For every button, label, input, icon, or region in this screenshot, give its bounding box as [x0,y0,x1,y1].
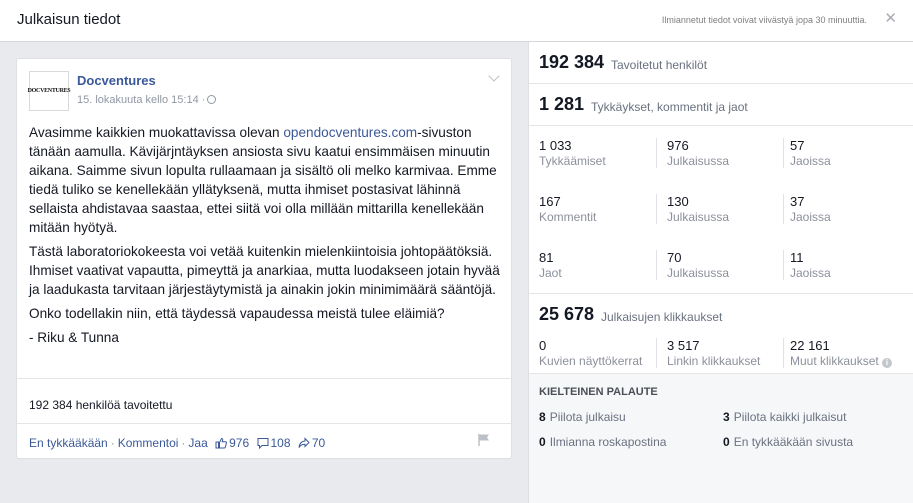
report-spam-stat: 0 Ilmianna roskapostina [539,435,667,449]
post-time-text: 15. lokakuuta kello 15:14 · [77,94,206,106]
shares-on-shares: 11 Jaoissa [790,250,831,280]
post-timestamp[interactable]: 15. lokakuuta kello 15:14 · [77,94,217,106]
comment-link[interactable]: Kommentoi [118,436,179,450]
like-count[interactable]: 976 [229,436,249,450]
post-paragraph-1: Avasimme kaikkien muokattavissa olevan o… [29,125,497,235]
comments-on-post: 130 Julkaisussa [667,194,730,224]
post-link[interactable]: opendocventures.com [283,125,417,140]
post-paragraph-3: Onko todellakin niin, että täydessä vapa… [29,306,445,321]
post-paragraph-2: Tästä laboratoriokokeesta voi vetää kuit… [29,244,500,297]
engagement-label: Tykkäykset, kommentit ja jaot [591,100,748,114]
unlike-link[interactable]: En tykkääkään [29,436,108,450]
post-preview-pane: DOCVENTURES Docventures 15. lokakuuta ke… [0,42,528,503]
likes-on-post: 976 Julkaisussa [667,138,730,168]
flag-icon[interactable] [477,433,491,447]
close-icon[interactable]: ✕ [884,11,897,26]
post-reach-text: 192 384 henkilöä tavoitettu [29,398,173,412]
link-clicks: 3 517 Linkin klikkaukset [667,338,761,368]
insights-pane: 192 384 Tavoitetut henkilöt 1 281 Tykkäy… [528,42,913,503]
post-actions: En tykkääkään · Kommentoi · Jaa 976 108 70 [29,436,326,450]
unlike-page-stat: 0 En tykkääkään sivusta [723,435,854,449]
engagement-row: 1 281 Tykkäykset, kommentit ja jaot [529,84,913,126]
comment-bubble-icon [257,438,268,449]
info-icon[interactable]: i [882,358,893,368]
comments-on-shares: 37 Jaoissa [790,194,831,224]
share-link[interactable]: Jaa [188,436,207,450]
page-name-link[interactable]: Docventures [77,73,156,88]
globe-icon [207,95,217,104]
clicks-value: 25 678 [539,304,595,324]
page-avatar[interactable]: DOCVENTURES [27,71,71,111]
hide-post-stat: 8 Piilota julkaisu [539,410,626,424]
page-logo-text: DOCVENTURES [27,88,71,94]
comment-count[interactable]: 108 [271,436,291,450]
engagement-value: 1 281 [539,94,585,114]
dialog-title: Julkaisun tiedot [17,11,121,28]
post-body: Avasimme kaikkien muokattavissa olevan o… [29,123,503,352]
delay-notice: Ilmiannetut tiedot voivat viivästyä jopa… [661,15,867,25]
likes-on-shares: 57 Jaoissa [790,138,831,168]
hide-all-posts-stat: 3 Piilota kaikki julkaisut [723,410,847,424]
share-count[interactable]: 70 [312,436,325,450]
like-thumb-icon [215,437,228,449]
reach-label: Tavoitetut henkilöt [611,58,708,72]
chevron-down-icon[interactable] [488,70,500,82]
post-card: DOCVENTURES Docventures 15. lokakuuta ke… [16,58,512,459]
shares-total: 81 Jaot [539,250,562,280]
negative-feedback-title: KIELTEINEN PALAUTE [539,386,658,398]
share-arrow-icon [298,437,310,448]
other-clicks: 22 161 Muut klikkaukset i [790,338,893,368]
clicks-row: 25 678 Julkaisujen klikkaukset 0 Kuvien n… [529,294,913,374]
divider [17,378,511,379]
likes-total: 1 033 Tykkäämiset [539,138,606,168]
comments-total: 167 Kommentit [539,194,597,224]
reach-row: 192 384 Tavoitetut henkilöt [529,42,913,84]
post-signature: - Riku & Tunna [29,330,119,345]
dialog-header: Julkaisun tiedot Ilmiannetut tiedot voiv… [0,0,913,42]
photo-views: 0 Kuvien näyttökerrat [539,338,643,368]
divider [17,423,511,424]
clicks-label: Julkaisujen klikkaukset [601,310,723,324]
engagement-breakdown: 1 033 Tykkäämiset 976 Julkaisussa 57 Jaoiss… [529,126,913,294]
shares-on-post: 70 Julkaisussa [667,250,730,280]
reach-value: 192 384 [539,52,605,72]
